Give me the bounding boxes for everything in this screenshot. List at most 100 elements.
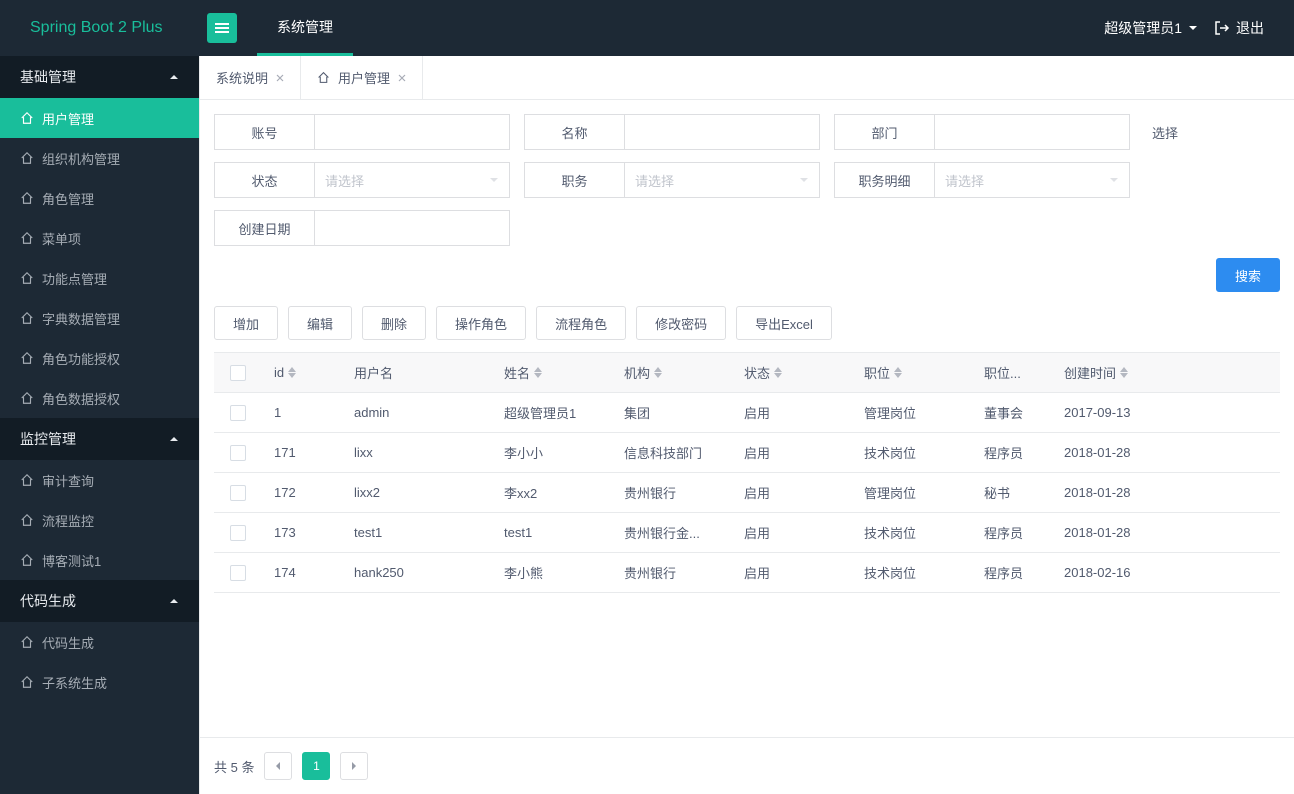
table-header: id 用户名 姓名 机构 状态 职位 职位... 创建时间 — [214, 353, 1280, 393]
sidebar-item[interactable]: 角色功能授权 — [0, 338, 199, 378]
table-row[interactable]: 171 lixx 李小小 信息科技部门 启用 技术岗位 程序员 2018-01-… — [214, 433, 1280, 473]
chpwd-button[interactable]: 修改密码 — [636, 306, 726, 340]
sort-icon[interactable] — [534, 367, 542, 378]
home-icon — [20, 513, 34, 527]
home-icon — [20, 635, 34, 649]
caret-up-icon — [169, 596, 179, 606]
col-posd: 职位... — [972, 363, 1052, 382]
menu-group[interactable]: 基础管理 — [0, 56, 199, 98]
export-button[interactable]: 导出Excel — [736, 306, 832, 340]
sidebar-item[interactable]: 代码生成 — [0, 622, 199, 662]
pager-prev[interactable] — [264, 752, 292, 780]
sort-icon[interactable] — [654, 367, 662, 378]
filter-form: 账号 名称 部门 选择 状态请选择 职务请选择 职务明细请选择 创建日期 — [200, 100, 1294, 258]
user-table: id 用户名 姓名 机构 状态 职位 职位... 创建时间 1 admin 超级… — [214, 352, 1280, 593]
col-name[interactable]: 姓名 — [492, 363, 612, 382]
search-button[interactable]: 搜索 — [1216, 258, 1280, 292]
hamburger-icon — [214, 20, 230, 36]
logout-button[interactable]: 退出 — [1214, 18, 1294, 38]
sort-icon[interactable] — [1120, 367, 1128, 378]
sidebar-item[interactable]: 子系统生成 — [0, 662, 199, 702]
edit-button[interactable]: 编辑 — [288, 306, 352, 340]
menu-group[interactable]: 监控管理 — [0, 418, 199, 460]
filter-status-label: 状态 — [214, 162, 314, 198]
sidebar-item[interactable]: 组织机构管理 — [0, 138, 199, 178]
row-checkbox[interactable] — [230, 445, 246, 461]
sidebar-item[interactable]: 审计查询 — [0, 460, 199, 500]
table-row[interactable]: 172 lixx2 李xx2 贵州银行 启用 管理岗位 秘书 2018-01-2… — [214, 473, 1280, 513]
sidebar-item[interactable]: 角色数据授权 — [0, 378, 199, 418]
chevron-down-icon — [799, 175, 809, 185]
oprole-button[interactable]: 操作角色 — [436, 306, 526, 340]
home-icon — [20, 271, 34, 285]
home-icon — [20, 151, 34, 165]
filter-dutydetail-label: 职务明细 — [834, 162, 934, 198]
filter-createdate-input[interactable] — [314, 210, 510, 246]
flowrole-button[interactable]: 流程角色 — [536, 306, 626, 340]
toolbar: 增加 编辑 删除 操作角色 流程角色 修改密码 导出Excel — [200, 306, 1294, 352]
home-icon — [20, 111, 34, 125]
col-status[interactable]: 状态 — [732, 363, 852, 382]
select-link[interactable]: 选择 — [1152, 123, 1178, 142]
sidebar-item[interactable]: 流程监控 — [0, 500, 199, 540]
sidebar-item[interactable]: 字典数据管理 — [0, 298, 199, 338]
logout-icon — [1214, 20, 1230, 36]
menu-group[interactable]: 代码生成 — [0, 580, 199, 622]
add-button[interactable]: 增加 — [214, 306, 278, 340]
filter-dutydetail-select[interactable]: 请选择 — [934, 162, 1130, 198]
sort-icon[interactable] — [774, 367, 782, 378]
pager-next[interactable] — [340, 752, 368, 780]
filter-name-input[interactable] — [624, 114, 820, 150]
col-pos[interactable]: 职位 — [852, 363, 972, 382]
sort-icon[interactable] — [288, 367, 296, 378]
tabs: 系统说明用户管理 — [200, 56, 1294, 100]
main: 系统说明用户管理 账号 名称 部门 选择 状态请选择 职务请选择 职务明细请选择 — [199, 56, 1294, 794]
close-icon[interactable] — [398, 74, 406, 82]
tab[interactable]: 系统说明 — [200, 56, 301, 99]
close-icon[interactable] — [276, 74, 284, 82]
pager-total: 共 5 条 — [214, 757, 254, 776]
select-all-checkbox[interactable] — [230, 365, 246, 381]
caret-up-icon — [169, 434, 179, 444]
filter-dept-input[interactable] — [934, 114, 1130, 150]
row-checkbox[interactable] — [230, 405, 246, 421]
sidebar-item[interactable]: 角色管理 — [0, 178, 199, 218]
home-icon — [20, 351, 34, 365]
col-user: 用户名 — [342, 363, 492, 382]
row-checkbox[interactable] — [230, 565, 246, 581]
filter-duty-label: 职务 — [524, 162, 624, 198]
brand: Spring Boot 2 Plus — [0, 19, 199, 37]
filter-dept-label: 部门 — [834, 114, 934, 150]
sidebar-item[interactable]: 博客测试1 — [0, 540, 199, 580]
table-row[interactable]: 173 test1 test1 贵州银行金... 启用 技术岗位 程序员 201… — [214, 513, 1280, 553]
sidebar-item[interactable]: 用户管理 — [0, 98, 199, 138]
tab[interactable]: 用户管理 — [301, 56, 423, 99]
home-icon — [20, 473, 34, 487]
sidebar-item[interactable]: 菜单项 — [0, 218, 199, 258]
chevron-down-icon — [1109, 175, 1119, 185]
delete-button[interactable]: 删除 — [362, 306, 426, 340]
filter-name-label: 名称 — [524, 114, 624, 150]
filter-status-select[interactable]: 请选择 — [314, 162, 510, 198]
home-icon — [317, 71, 330, 84]
home-icon — [20, 231, 34, 245]
caret-up-icon — [169, 72, 179, 82]
filter-createdate-label: 创建日期 — [214, 210, 314, 246]
col-id[interactable]: id — [262, 365, 342, 380]
filter-duty-select[interactable]: 请选择 — [624, 162, 820, 198]
row-checkbox[interactable] — [230, 525, 246, 541]
table-row[interactable]: 1 admin 超级管理员1 集团 启用 管理岗位 董事会 2017-09-13 — [214, 393, 1280, 433]
sidebar-item[interactable]: 功能点管理 — [0, 258, 199, 298]
pager-page-1[interactable]: 1 — [302, 752, 330, 780]
pager: 共 5 条 1 — [200, 737, 1294, 794]
row-checkbox[interactable] — [230, 485, 246, 501]
table-row[interactable]: 174 hank250 李小熊 贵州银行 启用 技术岗位 程序员 2018-02… — [214, 553, 1280, 593]
user-menu[interactable]: 超级管理员1 — [1104, 18, 1214, 38]
topnav-item-system[interactable]: 系统管理 — [257, 0, 353, 56]
col-org[interactable]: 机构 — [612, 363, 732, 382]
col-date[interactable]: 创建时间 — [1052, 363, 1172, 382]
menu-toggle-button[interactable] — [207, 13, 237, 43]
filter-account-input[interactable] — [314, 114, 510, 150]
home-icon — [20, 311, 34, 325]
sort-icon[interactable] — [894, 367, 902, 378]
